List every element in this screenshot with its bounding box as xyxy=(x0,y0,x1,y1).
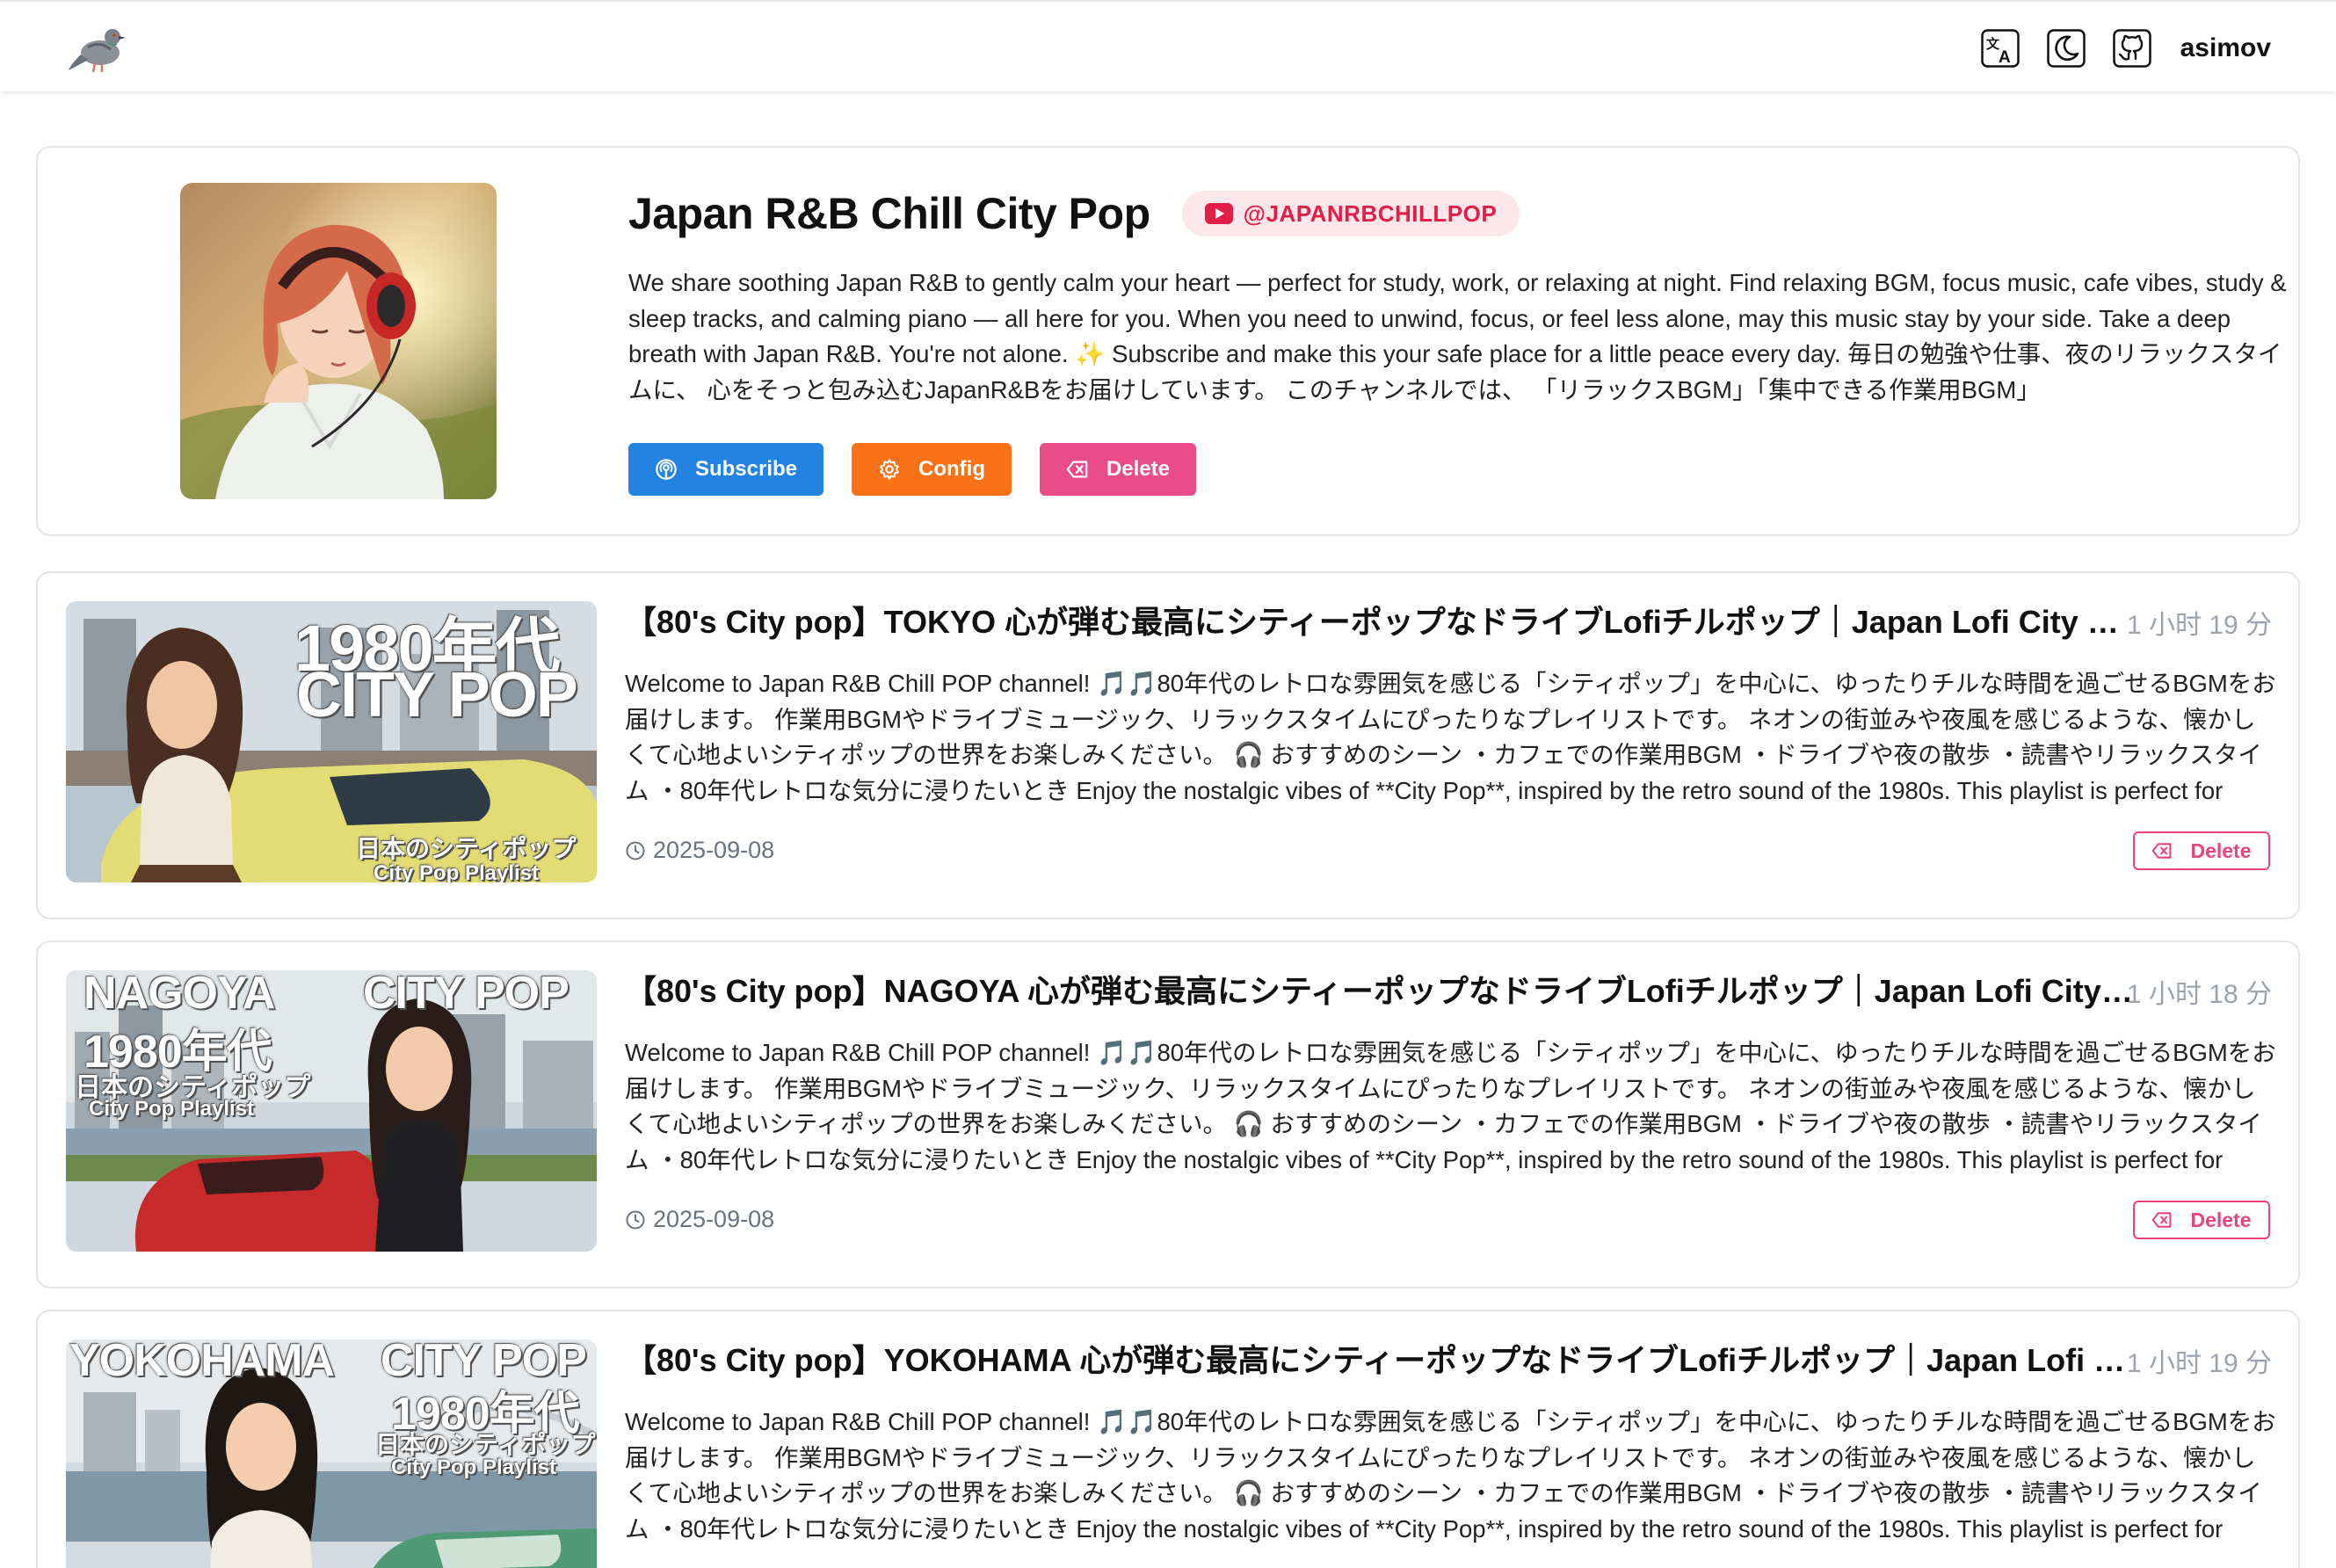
video-time-ago: 1 小时 19 分 xyxy=(2126,1349,2272,1378)
subscribe-label: Subscribe xyxy=(694,457,797,481)
channel-card: Japan R&B Chill City Pop @JAPANRBCHILLPO… xyxy=(36,146,2300,536)
gear-icon xyxy=(880,459,899,480)
pigeon-logo-icon[interactable] xyxy=(67,19,128,74)
config-button[interactable]: Config xyxy=(852,443,1012,496)
channel-title: Japan R&B Chill City Pop xyxy=(628,189,1150,238)
clock-icon xyxy=(626,1210,645,1229)
channel-actions: Subscribe Config Delete xyxy=(628,443,1224,496)
video-date: 2025-09-08 xyxy=(625,1206,774,1233)
thumb-text: NAGOYA xyxy=(83,970,275,1019)
delete-channel-button[interactable]: Delete xyxy=(1040,443,1196,496)
github-icon[interactable] xyxy=(2111,27,2153,69)
channel-header: Japan R&B Chill City Pop @JAPANRBCHILLPO… xyxy=(628,188,1520,239)
video-title[interactable]: 【80's City pop】NAGOYA 心が弾む最高にシティーポップなドライ… xyxy=(625,969,2136,1014)
backspace-icon xyxy=(1066,461,1088,478)
video-card[interactable]: 1980年代 CITY POP 日本のシティポップ City Pop Playl… xyxy=(36,571,2300,919)
backspace-icon xyxy=(2152,1212,2172,1228)
video-thumbnail[interactable]: NAGOYA CITY POP 1980年代 日本のシティポップ City Po… xyxy=(66,970,597,1252)
video-title[interactable]: 【80's City pop】TOKYO 心が弾む最高にシティーポップなドライブ… xyxy=(625,599,2136,645)
video-thumbnail[interactable]: YOKOHAMA CITY POP 1980年代 日本のシティポップ City … xyxy=(66,1339,597,1568)
thumb-text: CITY POP xyxy=(296,660,578,730)
video-date-text: 2025-09-08 xyxy=(653,1206,775,1232)
video-time-ago: 1 小时 19 分 xyxy=(2126,611,2272,640)
delete-video-label: Delete xyxy=(2190,1208,2252,1231)
video-card[interactable]: NAGOYA CITY POP 1980年代 日本のシティポップ City Po… xyxy=(36,940,2300,1289)
thumb-text: CITY POP xyxy=(363,970,569,1019)
video-description: Welcome to Japan R&B Chill POP channel! … xyxy=(625,670,2276,804)
channel-handle: @JAPANRBCHILLPOP xyxy=(1243,200,1498,227)
delete-label: Delete xyxy=(1106,457,1170,481)
config-label: Config xyxy=(918,457,985,481)
thumb-text: City Pop Playlist xyxy=(391,1455,557,1479)
svg-text:A: A xyxy=(1999,48,2011,67)
delete-video-button[interactable]: Delete xyxy=(2133,831,2270,870)
video-description: Welcome to Japan R&B Chill POP channel! … xyxy=(625,1039,2276,1173)
video-title[interactable]: 【80's City pop】YOKOHAMA 心が弾む最高にシティーポップなド… xyxy=(625,1338,2136,1383)
thumb-text: City Pop Playlist xyxy=(89,1097,255,1121)
channel-handle-badge[interactable]: @JAPANRBCHILLPOP xyxy=(1181,191,1520,236)
podcast-icon xyxy=(656,459,677,480)
translate-icon[interactable]: 文 A xyxy=(1979,27,2021,69)
thumb-text: 日本のシティポップ xyxy=(356,835,577,862)
video-thumbnail[interactable]: 1980年代 CITY POP 日本のシティポップ City Pop Playl… xyxy=(66,601,597,882)
backspace-icon xyxy=(2152,843,2172,859)
subscribe-button[interactable]: Subscribe xyxy=(628,443,823,496)
delete-video-button[interactable]: Delete xyxy=(2133,1201,2270,1239)
moon-icon[interactable] xyxy=(2045,27,2087,69)
channel-description: We share soothing Japan R&B to gently ca… xyxy=(628,269,2287,403)
channel-avatar xyxy=(180,183,497,499)
clock-icon xyxy=(626,841,645,860)
video-time-ago: 1 小时 18 分 xyxy=(2126,980,2272,1009)
navbar-actions: 文 A asimov xyxy=(1979,26,2271,70)
username[interactable]: asimov xyxy=(2180,33,2271,63)
youtube-icon xyxy=(1204,203,1233,224)
thumb-text: YOKOHAMA xyxy=(69,1339,335,1386)
top-navbar: 文 A asimov xyxy=(0,0,2336,91)
delete-video-label: Delete xyxy=(2190,838,2252,862)
video-description: Welcome to Japan R&B Chill POP channel! … xyxy=(625,1408,2276,1543)
thumb-text: City Pop Playlist xyxy=(374,861,540,882)
video-card[interactable]: YOKOHAMA CITY POP 1980年代 日本のシティポップ City … xyxy=(36,1310,2300,1568)
video-date-text: 2025-09-08 xyxy=(653,837,775,863)
video-date: 2025-09-08 xyxy=(625,837,774,864)
